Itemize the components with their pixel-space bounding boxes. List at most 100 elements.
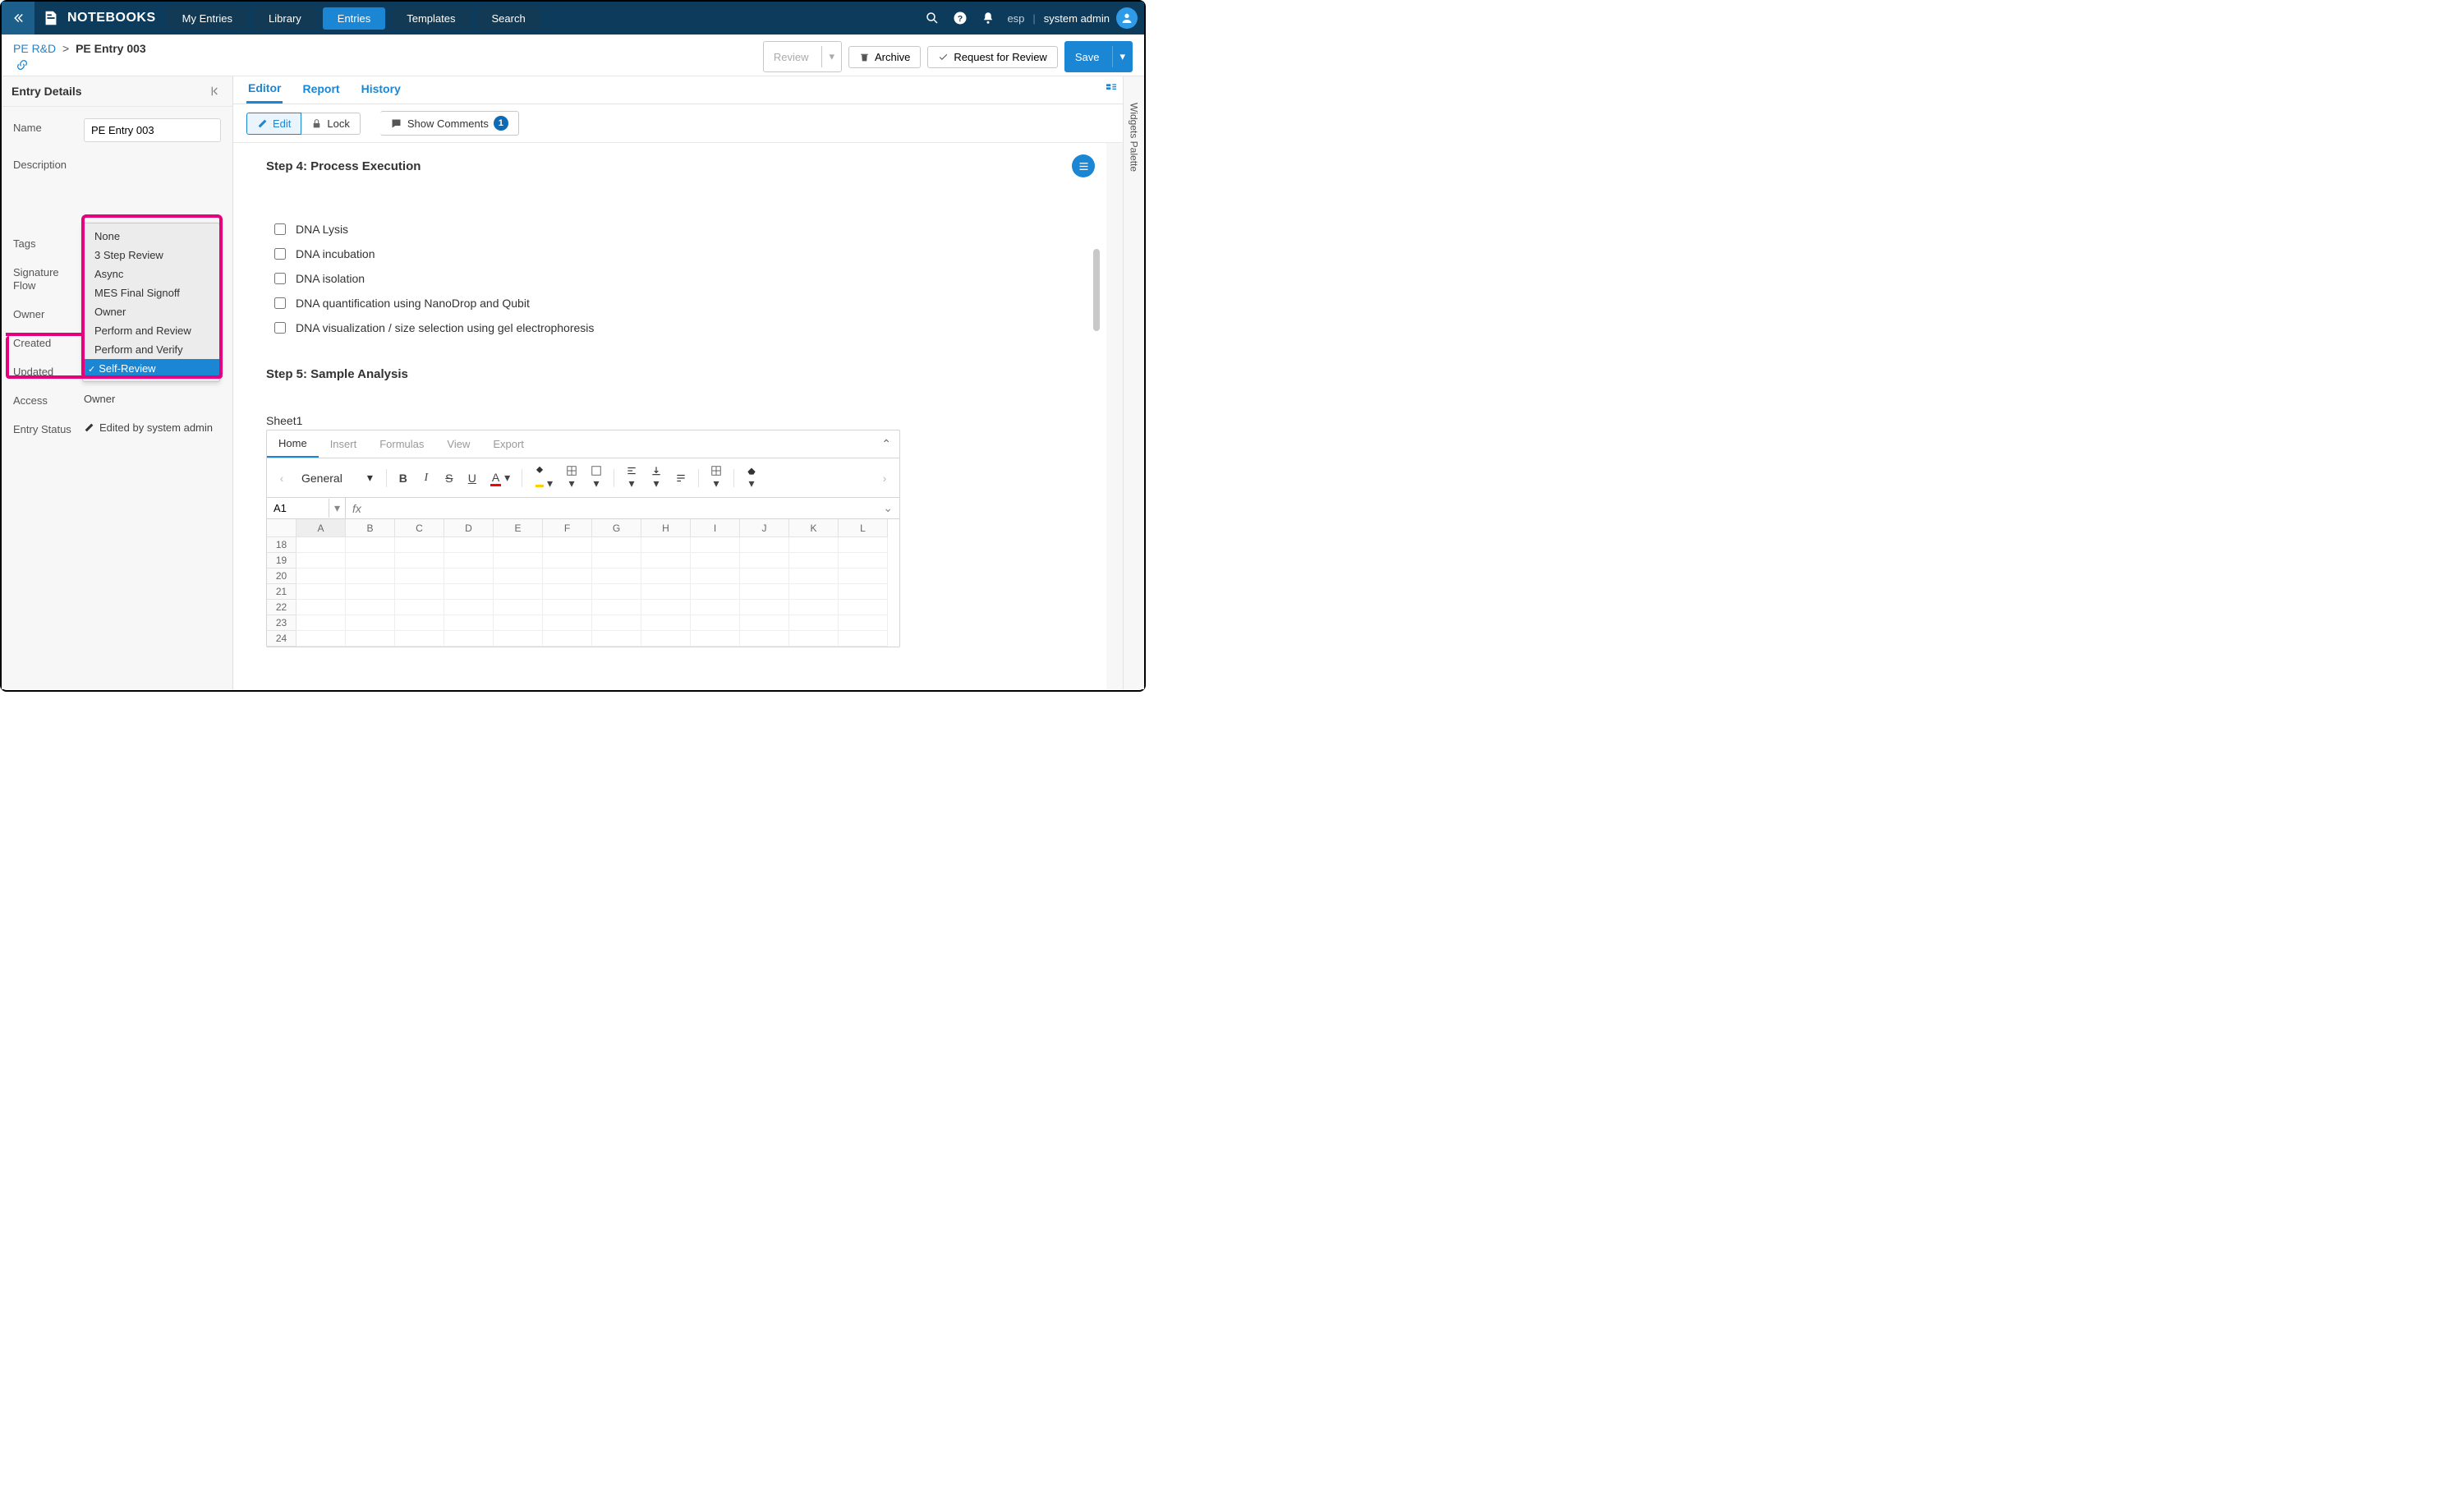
chevron-down-icon[interactable]: ⌄ (876, 501, 899, 515)
cell[interactable] (789, 615, 839, 631)
cell[interactable] (297, 615, 346, 631)
review-button[interactable]: Review ▾ (763, 41, 842, 72)
cell[interactable] (297, 569, 346, 584)
chevron-down-icon[interactable]: ▾ (821, 46, 841, 67)
cell[interactable] (691, 584, 740, 600)
sheet-tab-formulas[interactable]: Formulas (368, 431, 435, 457)
tab-history[interactable]: History (360, 76, 402, 104)
column-header[interactable]: F (543, 519, 592, 537)
cell[interactable] (346, 537, 395, 553)
cell[interactable] (444, 631, 494, 647)
cell[interactable] (395, 553, 444, 569)
nav-templates[interactable]: Templates (392, 7, 470, 30)
wrap-icon[interactable] (670, 469, 692, 487)
insert-icon[interactable]: ▾ (706, 462, 727, 494)
cell[interactable] (691, 569, 740, 584)
cell[interactable] (839, 553, 888, 569)
link-icon[interactable] (16, 58, 763, 71)
cell[interactable] (839, 600, 888, 615)
cell[interactable] (691, 537, 740, 553)
sheet-tab-insert[interactable]: Insert (319, 431, 369, 457)
dropdown-option-perform-verify[interactable]: Perform and Verify (83, 340, 219, 359)
sheet-tab-export[interactable]: Export (481, 431, 536, 457)
nav-library[interactable]: Library (254, 7, 316, 30)
cell[interactable] (494, 631, 543, 647)
dropdown-option-3step[interactable]: 3 Step Review (83, 246, 219, 265)
help-icon[interactable]: ? (948, 6, 972, 30)
chevron-right-icon[interactable]: › (875, 468, 894, 488)
collapse-icon[interactable] (209, 85, 223, 98)
notifications-icon[interactable] (976, 6, 1000, 30)
cell[interactable] (346, 631, 395, 647)
checkbox[interactable] (274, 322, 286, 334)
request-review-button[interactable]: Request for Review (927, 46, 1057, 68)
cell[interactable] (346, 569, 395, 584)
strikethrough-icon[interactable]: S (439, 468, 459, 488)
sheet-tab-home[interactable]: Home (267, 430, 319, 458)
cell[interactable] (839, 584, 888, 600)
checklist-item[interactable]: DNA visualization / size selection using… (274, 321, 1073, 334)
dropdown-option-perform-review[interactable]: Perform and Review (83, 321, 219, 340)
borders-icon[interactable]: ▾ (561, 462, 582, 494)
search-icon[interactable] (920, 6, 945, 30)
cell[interactable] (592, 537, 641, 553)
nav-entries[interactable]: Entries (323, 7, 385, 30)
cell[interactable] (789, 600, 839, 615)
cell[interactable] (543, 600, 592, 615)
cell[interactable] (395, 537, 444, 553)
column-header[interactable]: L (839, 519, 888, 537)
cell[interactable] (494, 569, 543, 584)
cell[interactable] (395, 631, 444, 647)
row-header[interactable]: 20 (267, 569, 297, 584)
row-header[interactable]: 18 (267, 537, 297, 553)
scrollbar-thumb[interactable] (1093, 249, 1100, 331)
cell[interactable] (740, 584, 789, 600)
tab-editor[interactable]: Editor (246, 75, 283, 104)
edit-button[interactable]: Edit (246, 113, 301, 135)
cell[interactable] (395, 600, 444, 615)
cell-reference-input[interactable] (267, 499, 329, 518)
cell[interactable] (839, 569, 888, 584)
column-header[interactable]: K (789, 519, 839, 537)
nav-search[interactable]: Search (477, 7, 540, 30)
cell[interactable] (444, 537, 494, 553)
cell[interactable] (543, 553, 592, 569)
align-h-icon[interactable]: ▾ (621, 462, 642, 494)
cell[interactable] (789, 553, 839, 569)
cell[interactable] (789, 537, 839, 553)
cell[interactable] (395, 584, 444, 600)
lock-button[interactable]: Lock (301, 113, 360, 135)
clear-icon[interactable]: ▾ (741, 462, 762, 494)
cell[interactable] (641, 569, 691, 584)
cell[interactable] (444, 553, 494, 569)
archive-button[interactable]: Archive (848, 46, 921, 68)
name-input[interactable] (84, 118, 221, 142)
column-header[interactable]: J (740, 519, 789, 537)
column-header[interactable]: A (297, 519, 346, 537)
italic-icon[interactable]: I (416, 468, 436, 488)
column-header[interactable]: G (592, 519, 641, 537)
column-header[interactable]: I (691, 519, 740, 537)
dropdown-option-self-review[interactable]: Self-Review (83, 359, 219, 378)
cell[interactable] (592, 631, 641, 647)
column-header[interactable]: C (395, 519, 444, 537)
row-header[interactable]: 19 (267, 553, 297, 569)
cell[interactable] (543, 631, 592, 647)
cell[interactable] (346, 600, 395, 615)
cell[interactable] (494, 615, 543, 631)
sheet-tab-view[interactable]: View (435, 431, 481, 457)
dropdown-option-none[interactable]: None (83, 227, 219, 246)
cell[interactable] (641, 631, 691, 647)
chevron-down-icon[interactable]: ▾ (329, 498, 346, 518)
cell[interactable] (740, 537, 789, 553)
cell[interactable] (543, 537, 592, 553)
cell[interactable] (494, 553, 543, 569)
cell[interactable] (494, 600, 543, 615)
tab-report[interactable]: Report (301, 76, 341, 104)
breadcrumb-parent[interactable]: PE R&D (13, 42, 56, 55)
cell[interactable] (494, 537, 543, 553)
signature-flow-dropdown[interactable]: None 3 Step Review Async MES Final Signo… (82, 223, 220, 382)
user-name[interactable]: system admin (1044, 12, 1110, 25)
cell[interactable] (740, 600, 789, 615)
row-header[interactable]: 21 (267, 584, 297, 600)
